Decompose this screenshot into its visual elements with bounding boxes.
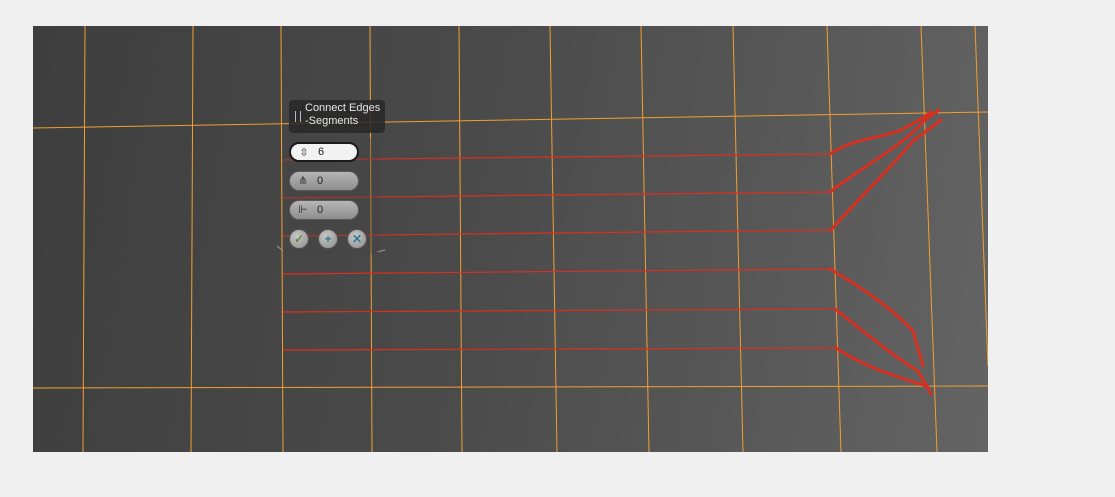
- grid-edge: [826, 26, 842, 452]
- plus-icon: +: [324, 232, 332, 246]
- cancel-button[interactable]: ✕: [347, 229, 367, 249]
- pinch-icon: ⋔: [298, 175, 308, 187]
- ok-button[interactable]: ✓: [289, 229, 309, 249]
- caddy-subtitle: -Segments: [305, 115, 359, 127]
- stroke: [828, 110, 933, 156]
- segments-spinner[interactable]: ⇳ 6: [289, 142, 359, 162]
- grid-edges: [33, 26, 988, 452]
- pinch-spinner[interactable]: ⋔ 0: [289, 171, 359, 191]
- grid-edge: [33, 385, 988, 389]
- connected-edge: [282, 347, 837, 351]
- grid-edge: [974, 26, 988, 367]
- apply-button[interactable]: +: [318, 229, 338, 249]
- grid-edge: [549, 26, 558, 452]
- pinch-value[interactable]: 0: [317, 175, 323, 188]
- grid-edge: [458, 26, 463, 452]
- drag-handle-icon[interactable]: [295, 111, 301, 122]
- stroke: [829, 118, 943, 232]
- caddy-title: Connect Edges: [305, 102, 381, 114]
- segments-value[interactable]: 6: [318, 146, 324, 159]
- caddy-title-bar[interactable]: Connect Edges -Segments: [289, 100, 385, 133]
- checkmark-icon: ✓: [293, 232, 305, 246]
- slide-value[interactable]: 0: [317, 204, 323, 217]
- stroke: [833, 307, 931, 392]
- slide-icon: ⊩: [298, 204, 308, 216]
- grid-edge: [33, 111, 988, 129]
- x-icon: ✕: [351, 232, 363, 246]
- connected-edge: [282, 268, 834, 275]
- 3d-viewport[interactable]: Connect Edges -Segments ⇳ 6 ⋔ 0 ⊩ 0 ✓ + …: [33, 26, 988, 452]
- mesh-wireframe: [33, 26, 988, 452]
- grid-edge: [640, 26, 650, 452]
- stroke: [828, 108, 941, 194]
- segments-icon: ⇳: [299, 147, 309, 159]
- drawn-strokes: [828, 108, 943, 396]
- slide-spinner[interactable]: ⊩ 0: [289, 200, 359, 220]
- connected-edge: [282, 308, 836, 313]
- grid-edge: [732, 26, 744, 452]
